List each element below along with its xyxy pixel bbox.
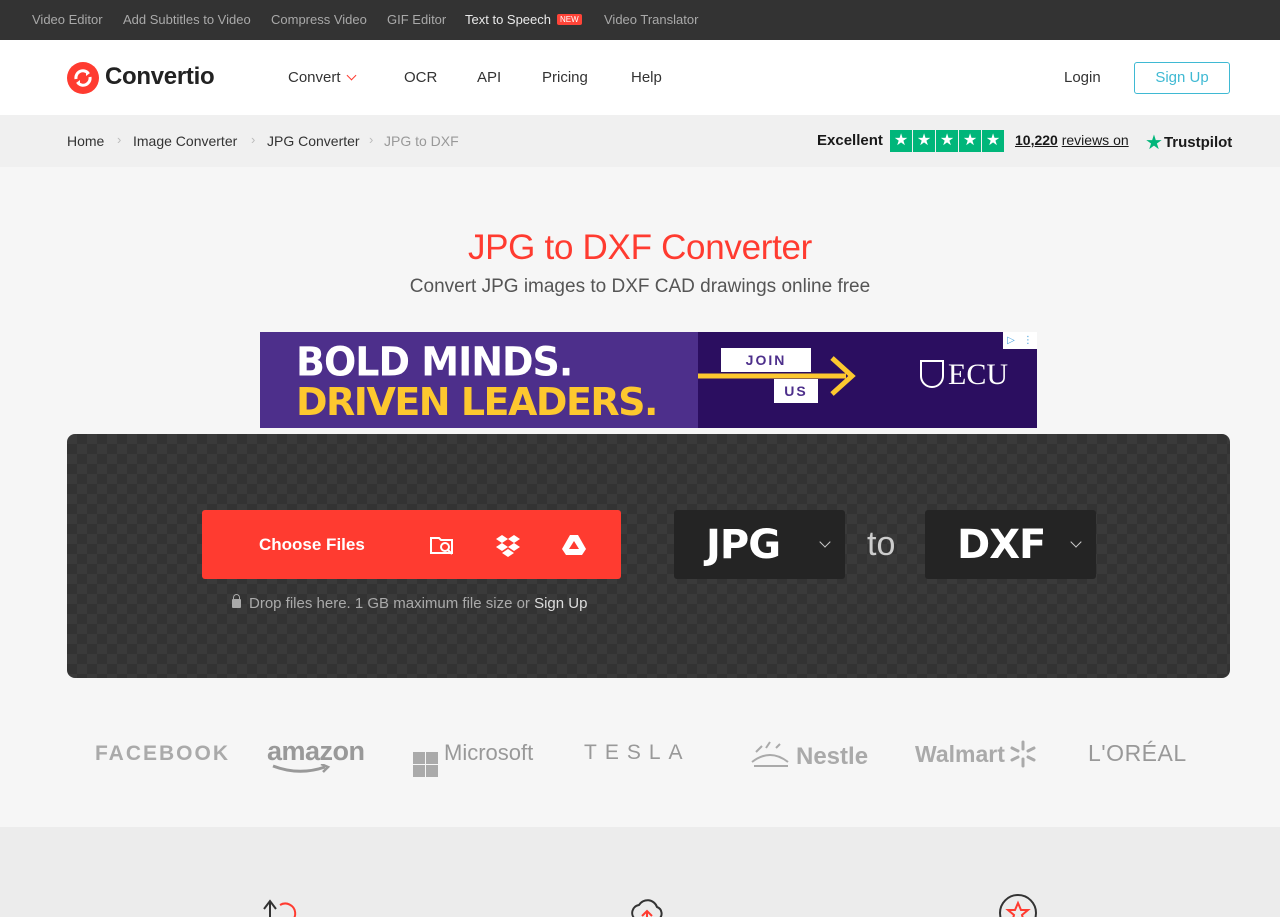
nav-convert-label: Convert <box>288 69 341 86</box>
star-icon: ★ <box>959 130 981 152</box>
ad-org-name: ECU <box>948 358 1008 391</box>
ad-play-icon: ▷ <box>1007 335 1015 346</box>
to-label: to <box>867 525 896 563</box>
breadcrumb-bar: Home › Image Converter › JPG Converter ›… <box>0 115 1280 167</box>
nest-icon <box>751 741 789 767</box>
microsoft-wordmark: Microsoft <box>444 740 534 765</box>
brand-logo-loreal: L'ORÉAL <box>1088 740 1187 766</box>
brand-logo-amazon: amazon <box>267 736 365 773</box>
topbar-link-video-editor[interactable]: Video Editor <box>32 12 103 27</box>
chevron-down-icon <box>346 70 356 81</box>
top-utility-bar: Video Editor Add Subtitles to Video Comp… <box>0 0 1280 40</box>
trustpilot-rating-word: Excellent <box>817 132 883 149</box>
star-icon: ★ <box>913 130 935 152</box>
breadcrumb-separator: › <box>251 132 256 147</box>
target-format-value: DXF <box>957 522 1046 568</box>
ad-menu-icon: ⋮ <box>1022 335 1033 346</box>
breadcrumb-home[interactable]: Home <box>67 133 104 149</box>
nav-pricing[interactable]: Pricing <box>542 69 588 86</box>
nav-ocr[interactable]: OCR <box>404 69 437 86</box>
main-header: Convertio Convert OCR API Pricing Help L… <box>0 40 1280 115</box>
ad-headline-2: DRIVEN LEADERS. <box>296 380 659 424</box>
topbar-link-text-to-speech[interactable]: Text to Speech NEW <box>465 12 582 27</box>
ad-choices-icon[interactable]: ▷ ⋮ <box>1003 332 1037 349</box>
ad-org-logo: ECU <box>920 358 1008 392</box>
microsoft-grid-icon <box>413 752 438 777</box>
source-format-value: JPG <box>706 522 781 568</box>
signup-button[interactable]: Sign Up <box>1134 62 1230 94</box>
topbar-link-label: Text to Speech <box>465 12 551 27</box>
breadcrumb-current: JPG to DXF <box>384 133 459 149</box>
page-title: JPG to DXF Converter <box>467 228 813 267</box>
google-drive-icon[interactable] <box>560 531 588 559</box>
star-icon: ★ <box>890 130 912 152</box>
nav-api[interactable]: API <box>477 69 501 86</box>
logo-wordmark: Convertio <box>105 63 215 90</box>
amazon-smile-icon <box>272 764 331 773</box>
new-badge: NEW <box>557 14 582 25</box>
trustpilot-brand: Trustpilot <box>1163 134 1233 151</box>
breadcrumb-separator: › <box>117 132 122 147</box>
trustpilot-reviews-link[interactable]: 10,220 reviews on <box>1015 132 1129 148</box>
dropbox-icon[interactable] <box>494 531 522 559</box>
convertio-logo-icon <box>67 62 99 94</box>
choose-files-label: Choose Files <box>259 535 365 554</box>
drop-note-text: Drop files here. 1 GB maximum file size … <box>249 595 530 612</box>
page-subtitle: Convert JPG images to DXF CAD drawings o… <box>409 276 871 297</box>
reviews-suffix: reviews on <box>1061 132 1129 148</box>
drop-files-note: Drop files here. 1 GB maximum file size … <box>232 594 587 612</box>
topbar-link-gif-editor[interactable]: GIF Editor <box>387 12 446 27</box>
trustpilot-stars: ★ ★ ★ ★ ★ <box>890 130 1004 152</box>
review-count: 10,220 <box>1015 132 1058 148</box>
crest-icon <box>920 360 944 388</box>
target-format-select[interactable]: DXF <box>925 510 1096 579</box>
ad-banner[interactable]: BOLD MINDS. DRIVEN LEADERS. JOIN US ECU … <box>260 332 1037 428</box>
ad-headline-1: BOLD MINDS. <box>296 338 573 386</box>
brand-logo-tesla: TESLA <box>584 741 691 764</box>
star-icon: ★ <box>982 130 1004 152</box>
drop-signup-link[interactable]: Sign Up <box>534 595 587 612</box>
login-link[interactable]: Login <box>1064 69 1101 86</box>
brand-logo-nestle: Nestle <box>748 740 868 771</box>
trustpilot-logo: ★Trustpilot <box>1145 130 1232 155</box>
ad-us-label: US <box>774 379 818 403</box>
breadcrumb-separator: › <box>369 132 374 147</box>
breadcrumb-image-converter[interactable]: Image Converter <box>133 133 237 149</box>
converter-panel: Choose Files Drop files here. 1 GB maxim… <box>67 434 1230 678</box>
breadcrumb-jpg-converter[interactable]: JPG Converter <box>267 133 360 149</box>
topbar-link-compress-video[interactable]: Compress Video <box>271 12 367 27</box>
folder-search-icon[interactable] <box>428 531 456 559</box>
walmart-wordmark: Walmart <box>915 741 1005 767</box>
choose-files-button[interactable]: Choose Files <box>202 510 621 579</box>
lock-icon <box>232 594 241 608</box>
topbar-link-video-translator[interactable]: Video Translator <box>604 12 698 27</box>
star-icon: ★ <box>936 130 958 152</box>
chevron-down-icon <box>1070 536 1082 548</box>
nestle-wordmark: Nestle <box>796 743 869 770</box>
topbar-link-add-subtitles[interactable]: Add Subtitles to Video <box>123 12 251 27</box>
source-format-select[interactable]: JPG <box>674 510 845 579</box>
brand-logo-microsoft: Microsoft <box>413 740 533 777</box>
amazon-wordmark: amazon <box>267 736 365 766</box>
chevron-down-icon <box>819 536 831 548</box>
brand-logo-walmart: Walmart <box>915 740 1037 768</box>
convertio-logo[interactable]: Convertio <box>67 62 227 94</box>
nav-help[interactable]: Help <box>631 69 662 86</box>
trustpilot-star-icon: ★ <box>1145 132 1163 154</box>
ad-join-label: JOIN <box>721 348 811 372</box>
brand-logo-facebook: FACEBOOK <box>95 742 231 765</box>
spark-icon <box>1010 740 1036 768</box>
nav-convert[interactable]: Convert <box>288 69 356 86</box>
